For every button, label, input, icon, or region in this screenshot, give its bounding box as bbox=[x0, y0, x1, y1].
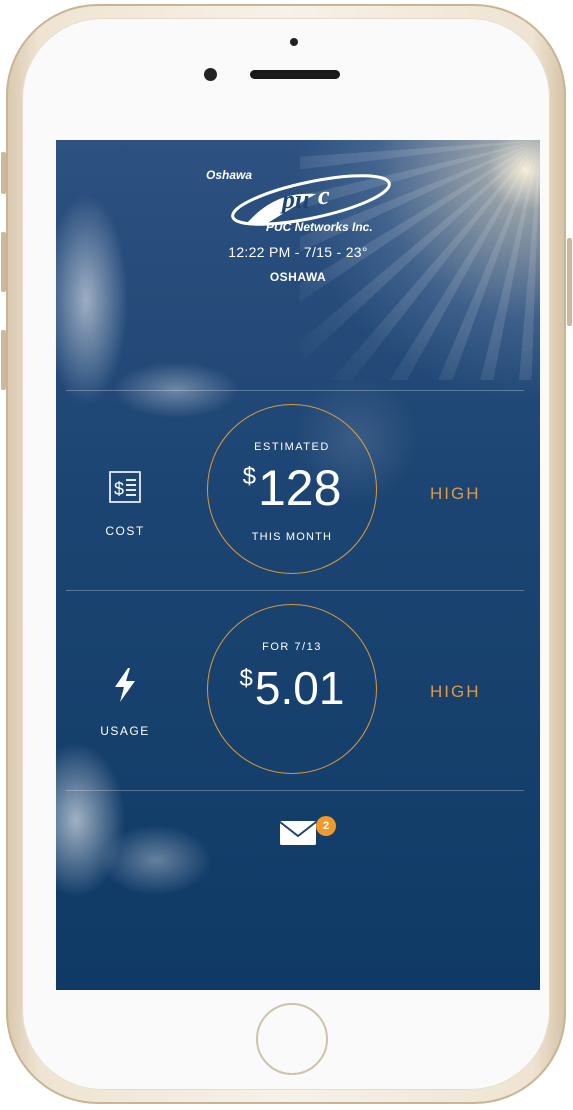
svg-text:pu: pu bbox=[280, 185, 309, 214]
earpiece-speaker bbox=[250, 70, 340, 79]
bill-icon: $ bbox=[108, 470, 142, 504]
time-date-temperature: 12:22 PM - 7/15 - 23° bbox=[228, 244, 368, 260]
cost-amount-value: 128 bbox=[257, 460, 342, 516]
cost-label: COST bbox=[105, 524, 145, 538]
cost-ring-top-text: ESTIMATED bbox=[254, 441, 330, 453]
cost-ring-bottom-text: THIS MONTH bbox=[251, 531, 333, 543]
power-button bbox=[567, 238, 572, 326]
cost-currency: $ bbox=[242, 463, 256, 490]
home-button[interactable] bbox=[256, 1003, 328, 1075]
proximity-sensor bbox=[290, 38, 298, 46]
divider-bottom bbox=[66, 790, 524, 791]
divider-middle bbox=[66, 590, 524, 591]
message-count-badge: 2 bbox=[316, 816, 336, 836]
usage-amount-value: 5.01 bbox=[254, 662, 345, 714]
cost-ring[interactable]: ESTIMATED $128 THIS MONTH bbox=[207, 404, 377, 574]
usage-level: HIGH bbox=[430, 682, 481, 701]
mute-switch bbox=[1, 152, 6, 194]
city-name: OSHAWA bbox=[269, 270, 327, 284]
app-screen: pu c Oshawa PUC Networks Inc. 12:22 PM -… bbox=[56, 140, 540, 990]
volume-up-button bbox=[1, 232, 6, 292]
lightning-icon bbox=[112, 668, 138, 702]
cost-level: HIGH bbox=[430, 484, 481, 503]
volume-down-button bbox=[1, 330, 6, 390]
usage-label: USAGE bbox=[100, 724, 150, 738]
cost-amount: $128 bbox=[208, 459, 376, 517]
usage-ring[interactable]: FOR 7/13 $5.01 bbox=[207, 604, 377, 774]
usage-ring-top-text: FOR 7/13 bbox=[262, 641, 322, 653]
usage-currency: $ bbox=[239, 665, 253, 692]
svg-text:c: c bbox=[318, 181, 330, 210]
svg-text:$: $ bbox=[114, 479, 124, 499]
usage-amount: $5.01 bbox=[208, 661, 376, 715]
divider-top bbox=[66, 390, 524, 391]
logo-company-text: PUC Networks Inc. bbox=[266, 220, 373, 234]
front-camera bbox=[204, 68, 217, 81]
envelope-icon[interactable] bbox=[278, 812, 318, 852]
puc-networks-logo: pu c Oshawa PUC Networks Inc. bbox=[206, 162, 406, 234]
logo-city-text: Oshawa bbox=[206, 168, 253, 182]
